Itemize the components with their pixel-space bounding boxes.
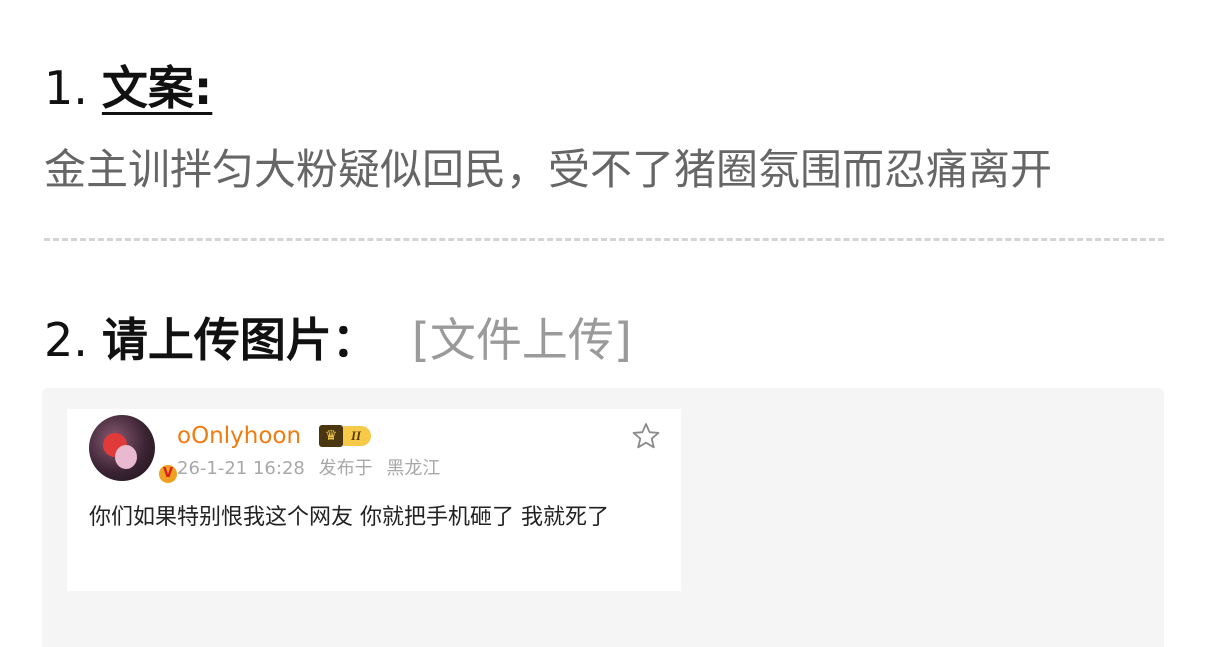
question-2-label: 请上传图片： xyxy=(101,313,378,367)
question-1-heading: 1. 文案: xyxy=(44,56,212,120)
rank-badge: ♛ II xyxy=(319,424,372,448)
weibo-post-card: V oOnlyhoon ♛ II 26-1-21 16:28 发布于 黑龙江 你… xyxy=(67,409,681,591)
question-2-heading: 2. 请上传图片： [文件上传] xyxy=(44,308,632,372)
question-1-answer: 金主训拌匀大粉疑似回民，受不了猪圈氛围而忍痛离开 xyxy=(44,145,1053,194)
star-icon[interactable] xyxy=(631,421,661,451)
post-published-label: 发布于 xyxy=(318,458,373,479)
post-timestamp: 26-1-21 16:28 xyxy=(177,458,305,479)
crown-icon: ♛ xyxy=(319,425,343,447)
avatar[interactable]: V xyxy=(89,415,179,485)
post-username[interactable]: oOnlyhoon xyxy=(177,421,301,451)
post-location: 黑龙江 xyxy=(386,458,441,479)
section-divider xyxy=(44,238,1164,241)
file-upload-link[interactable]: [文件上传] xyxy=(412,313,632,367)
question-1-number: 1. xyxy=(44,61,88,115)
verified-badge-icon: V xyxy=(157,463,179,485)
rank-level: II xyxy=(343,426,372,446)
post-meta: 26-1-21 16:28 发布于 黑龙江 xyxy=(177,457,448,481)
post-body-text: 你们如果特别恨我这个网友 你就把手机砸了 我就死了 xyxy=(89,505,609,530)
question-1-label: 文案: xyxy=(101,61,213,115)
question-2-number: 2. xyxy=(44,313,88,367)
avatar-hand-shape xyxy=(115,445,137,469)
